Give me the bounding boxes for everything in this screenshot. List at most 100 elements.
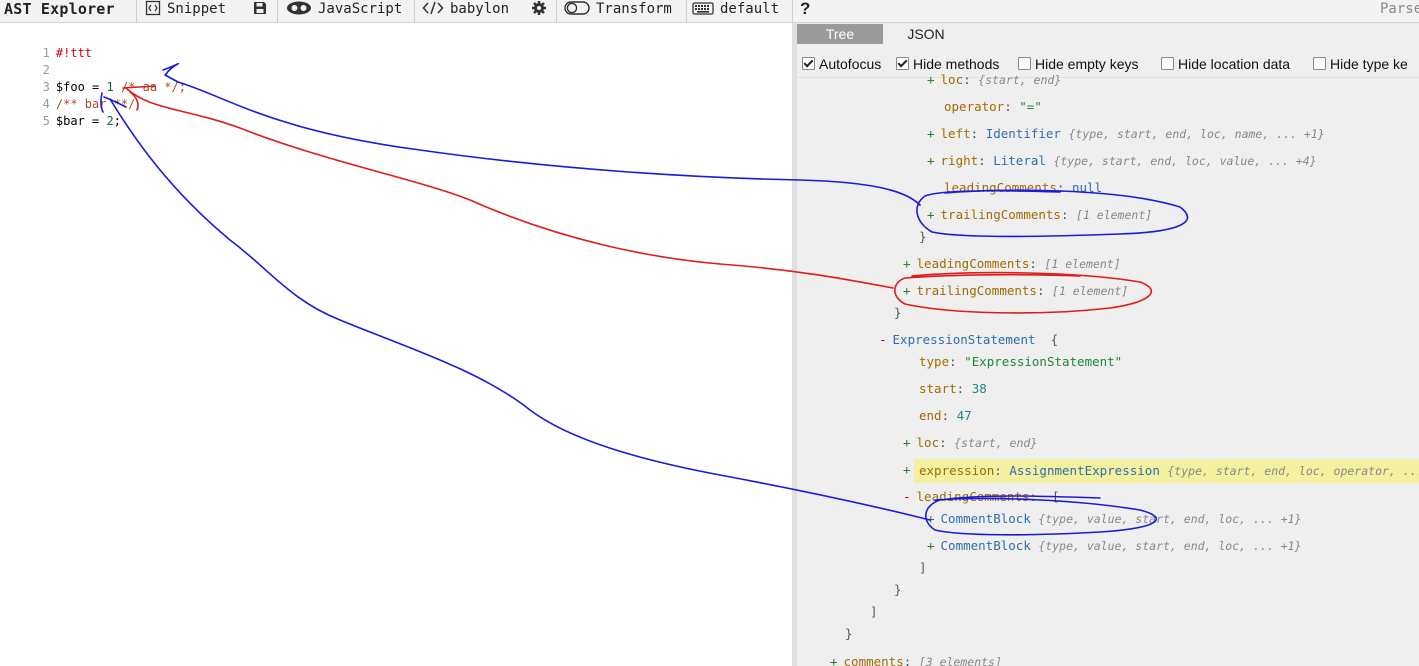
expand-toggle[interactable]: + [903, 256, 911, 271]
tree-node-leading-comments[interactable]: + leadingComments: [1 element] [903, 253, 1121, 275]
expand-toggle[interactable]: + [927, 153, 935, 168]
code-text: $bar = [55, 114, 107, 128]
line-number: 5 [42, 114, 50, 128]
toolbar-divider [556, 0, 557, 22]
tree-node-comment-block[interactable]: + CommentBlock {type, value, start, end, … [927, 535, 1301, 557]
parser-selector[interactable]: babylon [422, 0, 509, 22]
view-tabs: Tree JSON [797, 23, 1419, 45]
tree-node-expression-statement[interactable]: - ExpressionStatement { [879, 329, 1058, 351]
expand-toggle[interactable]: + [903, 283, 911, 298]
language-selector[interactable]: JavaScript [286, 0, 402, 22]
tree-node-leading-comments-list[interactable]: - leadingComments: [ [903, 486, 1060, 508]
expand-toggle[interactable]: + [903, 462, 911, 477]
gear-icon [531, 0, 547, 16]
tab-tree[interactable]: Tree [797, 24, 883, 44]
toggle-icon [564, 0, 590, 16]
tree-node-comment-block[interactable]: + CommentBlock {type, value, start, end, … [927, 508, 1301, 530]
snippet-icon [145, 0, 161, 16]
tree-key: comments [843, 654, 904, 666]
expand-toggle[interactable]: + [830, 654, 838, 666]
tree-key: end [919, 408, 942, 423]
closing-bracket: ] [919, 560, 927, 575]
closing-brace: } [845, 626, 853, 641]
tree-node-end: end: 47 [919, 408, 972, 423]
closing-bracket: ] [870, 604, 878, 619]
code-icon [422, 0, 444, 16]
expand-toggle[interactable]: + [903, 435, 911, 450]
hide-location-checkbox[interactable] [1161, 57, 1174, 70]
autofocus-label: Autofocus [819, 56, 882, 72]
keyboard-icon [692, 0, 714, 16]
hide-type-keys-checkbox[interactable] [1313, 57, 1326, 70]
tree-node-comments[interactable]: + comments: [3 elements] [830, 651, 1002, 666]
tree-node-leading-comments-null: leadingComments: null [944, 180, 1103, 195]
ast-tree: + loc: {start, end} operator: "=" + left: … [797, 72, 1419, 666]
hide-methods-checkbox[interactable] [896, 57, 909, 70]
help-button[interactable]: ? [800, 0, 810, 22]
expand-toggle[interactable]: + [927, 207, 935, 222]
hide-type-keys-option[interactable]: Hide type ke [1313, 53, 1408, 75]
tree-key: loc [916, 435, 940, 450]
tree-node-expression[interactable]: + expression: AssignmentExpression {type,… [903, 459, 1419, 483]
code-number: 2 [106, 114, 114, 128]
code-editor[interactable]: 1 #!ttt 2 3 $foo = 1 /* aa */; 4/** bar **… [0, 23, 792, 666]
tree-node-right[interactable]: + right: Literal {type, start, end, loc, … [927, 150, 1317, 172]
autofocus-option[interactable]: Autofocus [802, 53, 881, 75]
tree-brace: [ [1052, 489, 1060, 504]
expand-toggle[interactable]: + [927, 511, 935, 526]
tree-summary: {start, end} [954, 436, 1038, 450]
tree-node-loc[interactable]: + loc: {start, end} [927, 69, 1061, 91]
code-language-icon [286, 0, 312, 16]
hide-location-option[interactable]: Hide location data [1161, 53, 1290, 75]
collapse-toggle[interactable]: - [903, 489, 911, 504]
code-line: 5 $bar = 2; [0, 96, 121, 128]
code-line: 2 [0, 45, 56, 77]
collapse-toggle[interactable]: - [879, 332, 887, 347]
tree-type: CommentBlock [940, 538, 1031, 553]
tree-node-loc[interactable]: + loc: {start, end} [903, 432, 1037, 454]
tree-node-trailing-comments[interactable]: + trailingComments: [1 element] [903, 280, 1128, 302]
tree-summary: {type, start, end, loc, name, ... +1} [1068, 127, 1325, 141]
closing-brace: } [894, 305, 902, 320]
tree-node-type: type: "ExpressionStatement" [919, 354, 1123, 369]
tree-type: Identifier [985, 126, 1061, 141]
tree-key: leadingComments [916, 256, 1030, 271]
code-line: 3 $foo = 1 /* aa */; [0, 62, 186, 94]
tree-type: Literal [993, 153, 1046, 168]
parser-label: babylon [450, 1, 510, 17]
tree-type: CommentBlock [940, 511, 1031, 526]
keymap-selector[interactable]: default [692, 0, 779, 22]
tree-key: operator [944, 99, 1005, 114]
snippet-button[interactable]: Snippet [145, 0, 226, 22]
toolbar-divider [686, 0, 687, 22]
expand-toggle[interactable]: + [927, 538, 935, 553]
tree-brace: { [1050, 332, 1059, 347]
tree-key: expression [919, 463, 995, 478]
code-line: 4/** bar **/ [0, 79, 136, 111]
tree-summary: {type, start, end, loc, value, ... +4} [1053, 154, 1317, 168]
closing-brace: } [919, 229, 927, 244]
tab-json[interactable]: JSON [883, 24, 969, 44]
parser-settings-button[interactable] [531, 0, 553, 22]
tree-summary: [1 element] [1052, 284, 1129, 298]
code-text: #!ttt [55, 46, 93, 60]
tree-summary: {type, value, start, end, loc, ... +1} [1038, 539, 1302, 553]
toolbar-divider [277, 0, 278, 22]
tree-key: loc [940, 72, 964, 87]
autofocus-checkbox[interactable] [802, 57, 815, 70]
tree-node-trailing-comments-inner[interactable]: + trailingComments: [1 element] [927, 204, 1152, 226]
tree-summary: {type, start, end, loc, operator, ... [1167, 464, 1419, 478]
language-label: JavaScript [318, 1, 403, 17]
hide-location-label: Hide location data [1178, 56, 1291, 72]
save-button[interactable] [252, 0, 274, 22]
tree-node-operator: operator: "=" [944, 99, 1042, 114]
tree-key: leadingComments [944, 180, 1057, 195]
transform-toggle[interactable]: Transform [564, 0, 672, 22]
expand-toggle[interactable]: + [927, 126, 935, 141]
parser-info-link[interactable]: Parse [1380, 0, 1419, 22]
tree-node-left[interactable]: + left: Identifier {type, start, end, loc… [927, 123, 1325, 145]
toolbar-divider [414, 0, 415, 22]
expand-toggle[interactable]: + [927, 72, 935, 87]
toolbar-divider [136, 0, 137, 22]
toolbar: AST Explorer Snippet JavaScript babylon … [0, 0, 1419, 23]
